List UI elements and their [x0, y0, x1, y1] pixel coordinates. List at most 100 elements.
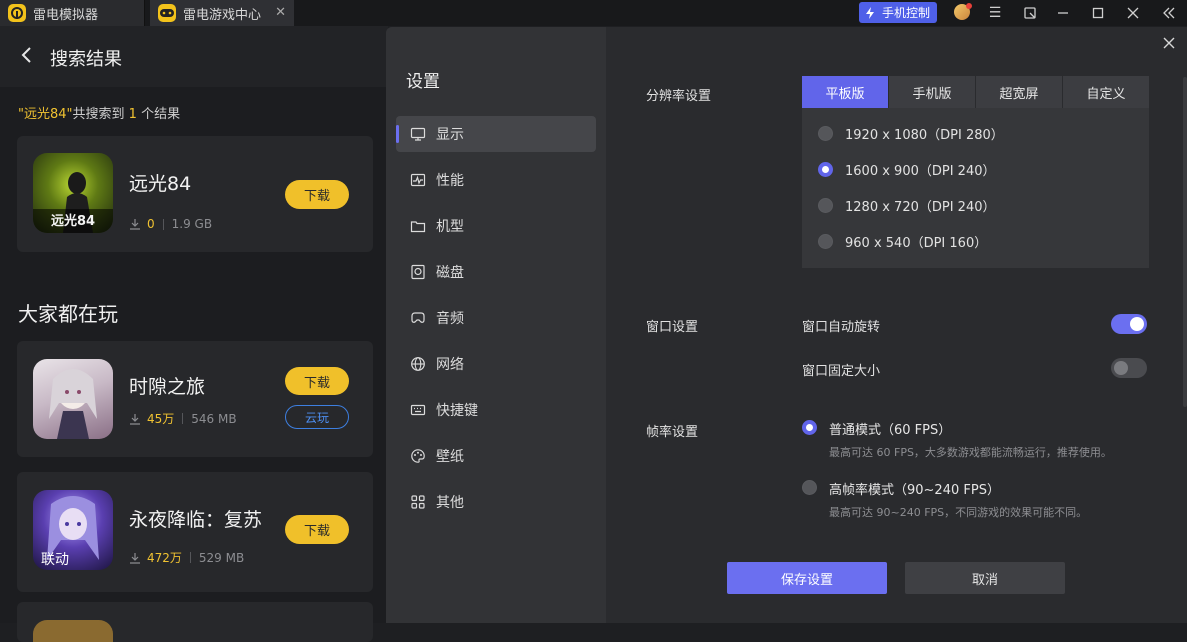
app-name: 永夜降临：复苏 [129, 509, 263, 531]
nav-item-disk[interactable]: 磁盘 [396, 254, 596, 290]
download-button[interactable]: 下载 [285, 367, 349, 395]
title-bar: 雷电模拟器 雷电游戏中心 ✕ 手机控制 ☰ [0, 0, 1187, 26]
search-summary: "远光84"共搜索到 1 个结果 [18, 103, 180, 122]
meta-divider [189, 552, 191, 563]
radio-button[interactable] [818, 126, 833, 141]
nav-label: 性能 [436, 173, 464, 189]
back-icon[interactable] [20, 46, 32, 64]
fixed-size-label: 窗口固定大小 [802, 364, 881, 379]
disk-icon [411, 264, 425, 280]
fps-option-normal[interactable]: 普通模式（60 FPS） 最高可达 60 FPS，大多数游戏都能流畅运行，推荐使… [802, 419, 1112, 460]
fps-option-high[interactable]: 高帧率模式（90~240 FPS） 最高可达 90~240 FPS，不同游戏的效… [802, 479, 1087, 520]
nav-label: 音频 [436, 311, 464, 327]
tab-phone[interactable]: 手机版 [889, 76, 976, 108]
keyboard-icon [410, 404, 426, 416]
scrollbar[interactable] [1183, 77, 1187, 407]
tab-label: 雷电游戏中心 [183, 7, 262, 23]
page-title: 搜索结果 [50, 49, 122, 70]
fps-option-title: 高帧率模式（90~240 FPS） [829, 483, 1000, 498]
radio-button-selected[interactable] [802, 420, 817, 435]
close-window-icon[interactable] [1124, 4, 1142, 22]
resolution-tabs: 平板版 手机版 超宽屏 自定义 [802, 76, 1149, 108]
tab-label: 雷电模拟器 [33, 7, 99, 23]
nav-item-shortcuts[interactable]: 快捷键 [396, 392, 596, 428]
game-center-icon [158, 4, 176, 22]
radio-button[interactable] [818, 234, 833, 249]
nav-label: 网络 [436, 357, 464, 373]
app-icon-shixizhilv [33, 359, 113, 439]
download-button[interactable]: 下载 [285, 180, 349, 209]
resolution-option[interactable]: 1280 x 720（DPI 240） [818, 196, 995, 215]
nav-item-wallpaper[interactable]: 壁纸 [396, 438, 596, 474]
palette-icon [411, 449, 425, 463]
app-icon-text: 远光84 [51, 213, 95, 229]
tab-custom[interactable]: 自定义 [1063, 76, 1149, 108]
tab-game-center[interactable]: 雷电游戏中心 ✕ [150, 0, 294, 26]
performance-icon [410, 173, 426, 187]
menu-icon[interactable]: ☰ [986, 4, 1004, 22]
ldplayer-logo-icon [8, 4, 26, 22]
result-count: 1 [128, 107, 137, 122]
phone-control-label: 手机控制 [882, 6, 931, 20]
app-meta: 472万 529 MB [129, 549, 244, 566]
close-tab-icon[interactable]: ✕ [275, 5, 286, 20]
phone-control-button[interactable]: 手机控制 [859, 2, 937, 23]
cancel-button[interactable]: 取消 [905, 562, 1065, 594]
nav-item-audio[interactable]: 音频 [396, 300, 596, 336]
tab-ldplayer[interactable]: 雷电模拟器 [0, 0, 145, 26]
popular-game-card[interactable]: 时隙之旅 45万 546 MB 下载 云玩 [17, 341, 373, 457]
app-icon-partial [33, 620, 113, 642]
search-result-card[interactable]: 远光84 远光84 0 1.9 GB 下载 [17, 136, 373, 252]
cloud-play-button[interactable]: 云玩 [285, 405, 349, 429]
maximize-icon[interactable] [1089, 4, 1107, 22]
resolution-option[interactable]: 1920 x 1080（DPI 280） [818, 124, 1004, 143]
bolt-icon [866, 6, 874, 19]
toggle-knob [1114, 361, 1128, 375]
radio-button[interactable] [818, 198, 833, 213]
download-button[interactable]: 下载 [285, 515, 349, 544]
download-count-icon [130, 413, 140, 425]
save-button[interactable]: 保存设置 [727, 562, 887, 594]
dialog-close-icon[interactable] [1161, 35, 1177, 51]
monitor-icon [410, 127, 426, 141]
app-icon-yuanguang84: 远光84 [33, 153, 113, 233]
resolution-option[interactable]: 960 x 540（DPI 160） [818, 232, 987, 251]
tab-tablet[interactable]: 平板版 [802, 76, 889, 108]
feedback-icon[interactable] [1021, 4, 1039, 22]
settings-dialog: 设置 显示 性能 机型 磁盘 音频 网络 快捷键 壁纸 其他 分辨率设置 平板版… [386, 27, 1187, 623]
nav-label: 磁盘 [436, 265, 464, 281]
summary-suffix: 个结果 [136, 107, 181, 122]
window-settings-label: 窗口设置 [646, 320, 699, 335]
nav-item-other[interactable]: 其他 [396, 484, 596, 520]
app-meta: 0 1.9 GB [129, 217, 212, 231]
minimize-icon[interactable] [1054, 4, 1072, 22]
avatar[interactable] [954, 3, 972, 20]
dialog-title: 设置 [406, 72, 440, 92]
app-name: 时隙之旅 [129, 376, 206, 398]
resolution-option[interactable]: 1600 x 900（DPI 240） [818, 160, 995, 179]
tab-ultrawide[interactable]: 超宽屏 [976, 76, 1063, 108]
popular-game-card[interactable] [17, 602, 373, 642]
nav-item-display[interactable]: 显示 [396, 116, 596, 152]
popular-game-card[interactable]: 联动 永夜降临：复苏 472万 529 MB 下载 [17, 472, 373, 592]
nav-item-network[interactable]: 网络 [396, 346, 596, 382]
toggle-knob [1130, 317, 1144, 331]
resolution-option-label: 1920 x 1080（DPI 280） [845, 128, 1004, 143]
download-count-icon [130, 552, 140, 564]
resolution-option-label: 960 x 540（DPI 160） [845, 236, 988, 251]
collapse-sidebar-icon[interactable] [1160, 4, 1178, 22]
nav-label: 壁纸 [436, 449, 464, 465]
auto-rotate-toggle[interactable] [1111, 314, 1147, 334]
summary-middle: 共搜索到 [72, 107, 129, 122]
app-icon-text: 联动 [41, 552, 69, 568]
radio-button[interactable] [802, 480, 817, 495]
resolution-label: 分辨率设置 [646, 89, 712, 104]
radio-button-selected[interactable] [818, 162, 833, 177]
resolution-options: 1920 x 1080（DPI 280） 1600 x 900（DPI 240）… [802, 108, 1149, 268]
fixed-size-toggle[interactable] [1111, 358, 1147, 378]
search-results-header: 搜索结果 [0, 26, 388, 87]
grid-icon [411, 495, 425, 509]
nav-item-device[interactable]: 机型 [396, 208, 596, 244]
download-count: 0 [147, 217, 155, 231]
nav-item-performance[interactable]: 性能 [396, 162, 596, 198]
